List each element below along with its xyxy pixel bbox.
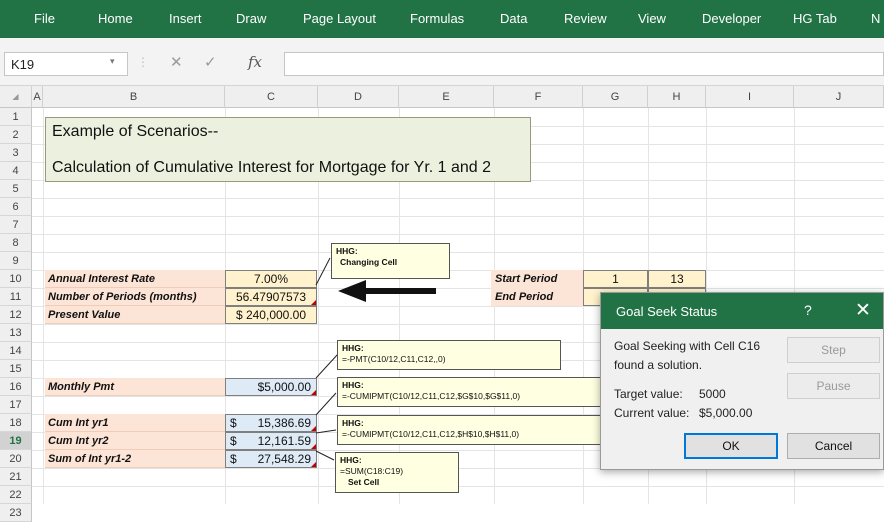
comment-text-2: Set Cell bbox=[348, 477, 380, 487]
target-value: 5000 bbox=[699, 387, 726, 401]
comment-changing-cell[interactable]: HHG: Changing Cell bbox=[331, 243, 450, 279]
status-line-1: Goal Seeking with Cell C16 bbox=[614, 339, 761, 353]
arrow-left-icon bbox=[338, 280, 436, 302]
goal-seek-dialog: Goal Seek Status ? ✕ Goal Seeking with C… bbox=[600, 292, 884, 470]
comment-text: =-CUMIPMT(C10/12,C11,C12,$G$10,$G$11,0) bbox=[342, 391, 521, 401]
ok-button[interactable]: OK bbox=[684, 433, 778, 459]
comment-cum1-formula[interactable]: HHG: =-CUMIPMT(C10/12,C11,C12,$G$10,$G$1… bbox=[337, 377, 613, 407]
dialog-title: Goal Seek Status bbox=[616, 304, 718, 319]
comment-text: =-PMT(C10/12,C11,C12,,0) bbox=[342, 354, 446, 364]
target-value-label: Target value: bbox=[614, 387, 683, 401]
comment-text: =SUM(C18:C19) bbox=[340, 466, 404, 476]
comment-author: HHG: bbox=[340, 455, 362, 465]
comment-cum2-formula[interactable]: HHG: =-CUMIPMT(C10/12,C11,C12,$H$10,$H$1… bbox=[337, 415, 613, 445]
close-icon[interactable]: ✕ bbox=[855, 299, 871, 322]
current-value-label: Current value: bbox=[614, 406, 690, 420]
comment-author: HHG: bbox=[336, 246, 358, 256]
comment-text: Changing Cell bbox=[340, 257, 398, 267]
cancel-button[interactable]: Cancel bbox=[787, 433, 880, 459]
comment-author: HHG: bbox=[342, 418, 364, 428]
current-value: $5,000.00 bbox=[699, 406, 753, 420]
comment-author: HHG: bbox=[342, 343, 364, 353]
status-line-2: found a solution. bbox=[614, 358, 703, 372]
comment-pmt-formula[interactable]: HHG: =-PMT(C10/12,C11,C12,,0) bbox=[337, 340, 561, 370]
step-button[interactable]: Step bbox=[787, 337, 880, 363]
row-header[interactable]: 23 bbox=[0, 504, 32, 522]
comment-set-cell[interactable]: HHG: =SUM(C18:C19) Set Cell bbox=[335, 452, 459, 493]
comment-text: =-CUMIPMT(C10/12,C11,C12,$H$10,$H$11,0) bbox=[342, 429, 520, 439]
help-icon[interactable]: ? bbox=[804, 302, 812, 318]
pause-button[interactable]: Pause bbox=[787, 373, 880, 399]
comment-author: HHG: bbox=[342, 380, 364, 390]
dialog-titlebar[interactable]: Goal Seek Status ? ✕ bbox=[601, 293, 883, 329]
